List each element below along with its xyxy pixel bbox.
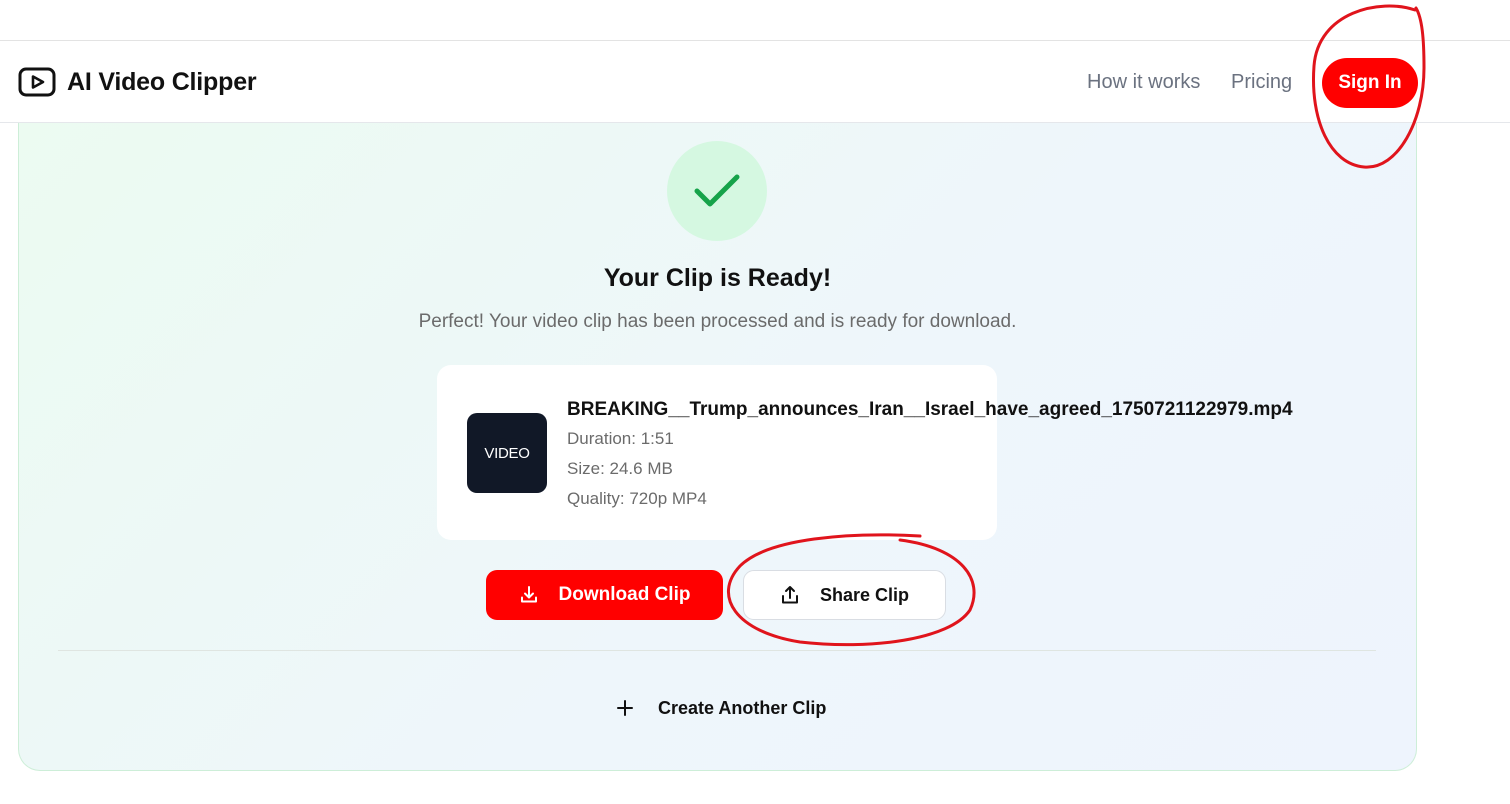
- file-name: BREAKING__Trump_announces_Iran__Israel_h…: [567, 399, 1293, 420]
- file-duration: Duration: 1:51: [567, 429, 674, 448]
- nav-pricing[interactable]: Pricing: [1231, 71, 1292, 94]
- thumbnail-label: VIDEO: [484, 444, 530, 462]
- page: AI Video Clipper How it works Pricing Si…: [0, 0, 1510, 804]
- share-clip-label: Share Clip: [819, 584, 910, 605]
- video-thumbnail: VIDEO: [467, 413, 547, 493]
- plus-icon: [617, 700, 633, 716]
- create-another-clip-label: Create Another Clip: [658, 697, 827, 718]
- file-quality: Quality: 720p MP4: [567, 489, 707, 508]
- sign-in-button[interactable]: Sign In: [1322, 58, 1418, 108]
- nav-how-it-works[interactable]: How it works: [1087, 71, 1200, 94]
- file-size: Size: 24.6 MB: [567, 459, 673, 478]
- checkmark-icon: [694, 174, 740, 207]
- play-square-icon: [18, 67, 56, 97]
- download-clip-label: Download Clip: [558, 584, 691, 605]
- section-divider: [58, 650, 1376, 651]
- top-strip: [0, 0, 1510, 41]
- result-subtext: Perfect! Your video clip has been proces…: [418, 311, 1017, 332]
- share-icon: [781, 586, 798, 604]
- download-icon: [520, 586, 537, 603]
- create-another-clip-button[interactable]: Create Another Clip: [614, 690, 826, 726]
- result-heading: Your Clip is Ready!: [603, 264, 832, 292]
- brand-name: AI Video Clipper: [67, 67, 257, 96]
- brand-logo[interactable]: AI Video Clipper: [18, 65, 257, 99]
- share-clip-button[interactable]: Share Clip: [743, 570, 946, 620]
- download-clip-button[interactable]: Download Clip: [486, 570, 723, 620]
- success-badge: [667, 141, 767, 241]
